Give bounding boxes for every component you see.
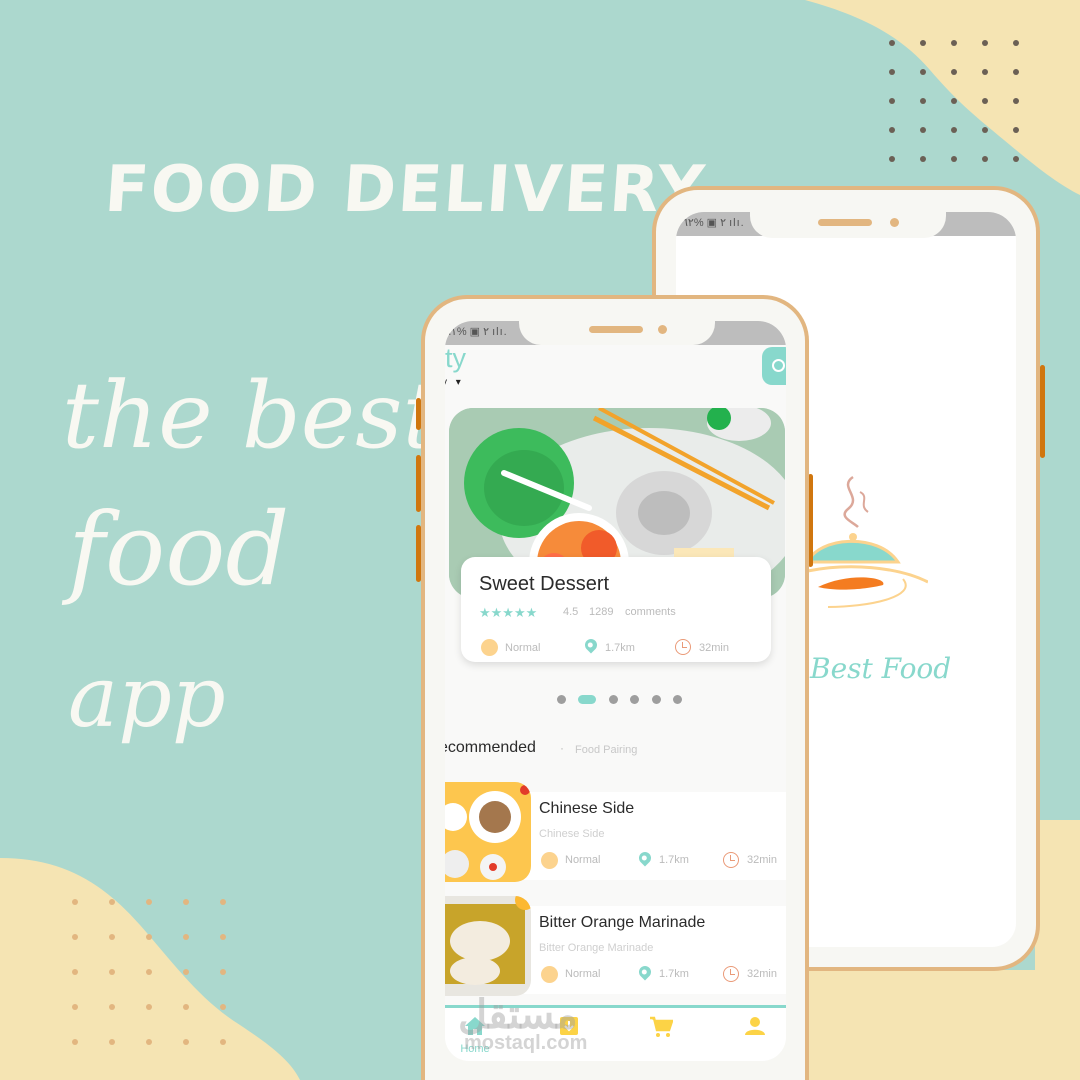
list-item-subtitle: Bitter Orange Marinade	[539, 942, 654, 954]
featured-card[interactable]: Sweet Dessert ★★★★★ 4.5 1289 comments No…	[461, 557, 771, 662]
rating-value: 4.5	[563, 606, 579, 618]
distance-text: 1.7km	[659, 854, 689, 866]
level-text: Normal	[505, 642, 541, 654]
list-item-title: Bitter Orange Marinade	[539, 914, 706, 931]
script-line-3: app	[68, 648, 226, 746]
comments-count: 1289	[589, 606, 614, 618]
script-line-2: food	[68, 491, 290, 608]
pager-dot[interactable]	[557, 695, 566, 704]
list-item-image	[445, 896, 531, 996]
status-text: ٢ ▣ %٦١ ılı.	[445, 326, 508, 338]
location-sub: y	[445, 377, 447, 388]
level-dot-icon	[541, 852, 558, 869]
tab-cart[interactable]	[641, 1016, 681, 1043]
search-button[interactable]	[762, 347, 786, 385]
dot-grid-top-right	[889, 40, 1019, 162]
location-title[interactable]: ity	[445, 343, 466, 374]
script-line-1: the best	[62, 362, 440, 469]
carousel-pager	[445, 695, 786, 705]
level-dot-icon	[541, 966, 558, 983]
section-subtitle[interactable]: Food Pairing	[575, 744, 637, 756]
list-item-image	[445, 782, 531, 882]
profile-icon	[745, 1017, 765, 1035]
time-text: 32min	[747, 854, 777, 866]
level-text: Normal	[565, 854, 601, 866]
speaker	[589, 326, 643, 333]
list-item[interactable]: Chinese Side Chinese Side Normal 1.7km 3…	[445, 782, 786, 882]
tab-profile[interactable]	[735, 1016, 775, 1041]
section-separator: ·	[560, 741, 564, 755]
back-notch	[750, 208, 946, 238]
clock-icon	[723, 966, 739, 982]
list-item-subtitle: Chinese Side	[539, 828, 605, 840]
comments-label: comments	[625, 606, 676, 618]
list-item[interactable]: Bitter Orange Marinade Bitter Orange Mar…	[445, 896, 786, 996]
location-dropdown[interactable]: y ▾	[445, 377, 461, 388]
level-dot-icon	[481, 639, 498, 656]
pager-dot[interactable]	[652, 695, 661, 704]
front-notch	[519, 317, 715, 345]
front-camera	[890, 218, 899, 227]
clock-icon	[675, 639, 691, 655]
pager-dot[interactable]	[630, 695, 639, 704]
cart-icon	[650, 1016, 674, 1037]
list-item-title: Chinese Side	[539, 800, 635, 817]
clock-icon	[723, 852, 739, 868]
back-phone-power-button[interactable]	[1040, 365, 1045, 458]
location-pin-icon	[582, 636, 600, 654]
distance-text: 1.7km	[605, 642, 635, 654]
front-phone-screen: ٢ ▣ %٦١ ılı. ity y ▾	[445, 321, 786, 1061]
watermark-arabic: مستقل	[458, 993, 578, 1037]
star-rating-icons: ★★★★★	[479, 605, 538, 620]
front-phone: ٢ ▣ %٦١ ılı. ity y ▾	[421, 295, 809, 1080]
featured-title: Sweet Dessert	[479, 573, 610, 595]
chevron-down-icon: ▾	[455, 377, 461, 388]
pager-dot-active[interactable]	[578, 695, 596, 704]
watermark-latin: mostaql.com	[464, 1032, 588, 1054]
distance-text: 1.7km	[659, 968, 689, 980]
speaker	[818, 219, 872, 226]
pager-dot[interactable]	[673, 695, 682, 704]
status-text: ٢ ▣ %٦٢ ılı.	[682, 217, 745, 229]
dot-grid-bottom-left	[72, 899, 226, 1045]
brand-name: Best Food	[810, 652, 952, 685]
level-text: Normal	[565, 968, 601, 980]
front-camera	[658, 325, 667, 334]
section-title-recommended: ecommended	[445, 739, 536, 756]
pager-dot[interactable]	[609, 695, 618, 704]
time-text: 32min	[747, 968, 777, 980]
time-text: 32min	[699, 642, 729, 654]
cloche-icon	[808, 475, 928, 608]
headline: FOOD DELIVERY	[102, 153, 709, 227]
